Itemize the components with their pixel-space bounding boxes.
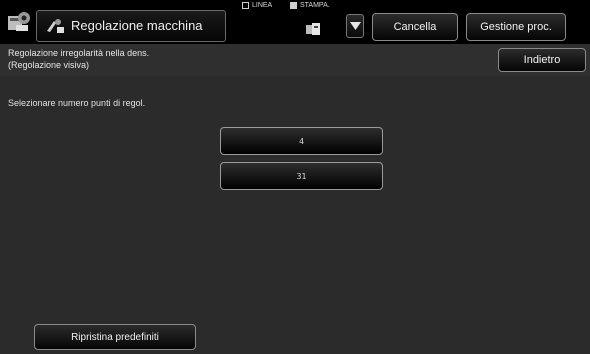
- cancel-button-label: Cancella: [393, 21, 437, 33]
- breadcrumb-line-2: (Regolazione visiva): [8, 60, 90, 70]
- stampa-checkbox-icon: [290, 2, 297, 9]
- restore-defaults-label: Ripristina predefiniti: [71, 331, 159, 343]
- cancel-button[interactable]: Cancella: [372, 13, 458, 41]
- chevron-down-icon: [350, 22, 361, 30]
- mode-linea-label: LINEA: [252, 2, 273, 9]
- back-button-label: Indietro: [523, 54, 561, 66]
- adjustment-icon: [47, 19, 64, 33]
- back-button[interactable]: Indietro: [498, 48, 586, 72]
- printer-job-icon: [306, 23, 320, 35]
- top-bar: Regolazione macchina LINEA STAMPA. Cance…: [0, 0, 590, 44]
- screen-title-box: Regolazione macchina: [36, 10, 226, 42]
- page-title: Regolazione macchina: [71, 18, 203, 33]
- breadcrumb-line-1: Regolazione irregolarità nella dens.: [8, 48, 150, 58]
- main-content: [0, 76, 590, 354]
- mode-stampa-label: STAMPA.: [300, 2, 330, 9]
- restore-defaults-button[interactable]: Ripristina predefiniti: [34, 324, 196, 350]
- instruction-text: Selezionare numero punti di regol.: [8, 98, 146, 108]
- status-dropdown-button[interactable]: [346, 14, 364, 38]
- mode-stampa: STAMPA.: [290, 2, 330, 9]
- job-management-label: Gestione proc.: [480, 21, 552, 33]
- breadcrumb: Regolazione irregolarità nella dens. (Re…: [8, 47, 149, 71]
- job-management-button[interactable]: Gestione proc.: [466, 13, 566, 41]
- points-option-31-label: 31: [296, 171, 307, 181]
- mode-linea: LINEA: [242, 2, 272, 9]
- points-option-31-button[interactable]: 31: [220, 162, 383, 190]
- points-option-4-button[interactable]: 4: [220, 127, 383, 155]
- linea-checkbox-icon: [242, 2, 249, 9]
- machine-settings-icon: [8, 12, 30, 31]
- points-option-4-label: 4: [299, 136, 304, 146]
